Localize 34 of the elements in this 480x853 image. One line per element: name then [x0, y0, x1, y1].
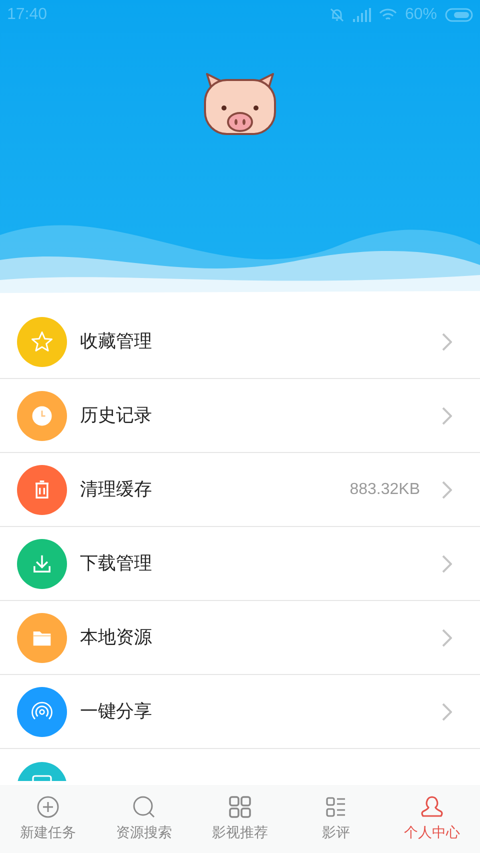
alarm-off-icon	[328, 7, 345, 23]
chevron-right-icon	[442, 480, 452, 498]
menu-item[interactable]: 收藏管理	[0, 305, 480, 379]
menu-label: 清理缓存	[80, 478, 153, 501]
menu-item[interactable]: 历史记录	[0, 379, 480, 453]
chevron-right-icon	[442, 628, 452, 646]
menu-label: 本地资源	[80, 626, 153, 649]
list-icon	[324, 795, 348, 819]
menu-item[interactable]: 清理缓存 883.32KB	[0, 453, 480, 527]
menu-label: 一键分享	[80, 700, 153, 723]
signal-icon	[352, 8, 371, 22]
message-icon	[32, 775, 52, 781]
menu-item[interactable]: 下载管理	[0, 527, 480, 601]
menu-label: 收藏管理	[80, 330, 153, 353]
menu-label: 历史记录	[80, 404, 153, 427]
battery-percent: 60%	[404, 5, 437, 25]
chevron-right-icon	[442, 406, 452, 424]
status-time: 17:40	[7, 5, 48, 25]
chevron-right-icon	[442, 554, 452, 572]
wifi-icon	[378, 8, 397, 22]
menu-label: 下载管理	[80, 552, 153, 575]
cache-size: 883.32KB	[350, 480, 420, 500]
search-icon	[132, 795, 156, 819]
chevron-right-icon	[442, 332, 452, 350]
pig-avatar-icon	[201, 70, 279, 136]
chevron-right-icon	[442, 702, 452, 720]
menu-item[interactable]: 一键分享	[0, 675, 480, 749]
star-icon	[29, 328, 55, 354]
person-icon	[420, 795, 444, 819]
grid-icon	[228, 795, 252, 819]
plus-circle-icon	[36, 795, 60, 819]
menu-item[interactable]: 本地资源	[0, 601, 480, 675]
tab-item[interactable]: 个人中心	[384, 785, 480, 853]
battery-icon	[445, 8, 473, 22]
